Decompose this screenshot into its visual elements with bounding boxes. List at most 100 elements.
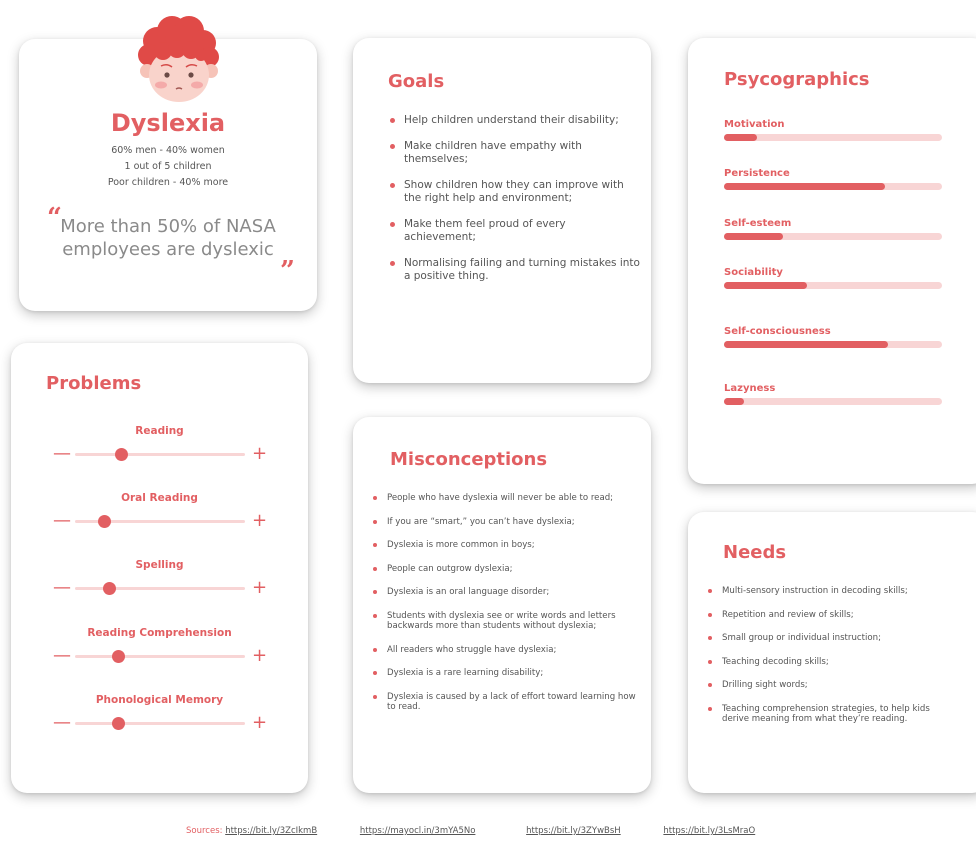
list-item: Make them feel proud of every achievemen… — [390, 218, 640, 244]
list-item: Small group or individual instruction; — [708, 633, 958, 644]
minus-icon[interactable]: — — [53, 647, 71, 665]
bar-lazyness: Lazyness — [724, 383, 942, 405]
slider-track[interactable] — [75, 650, 245, 663]
bar-fill — [724, 233, 783, 240]
needs-list: Multi-sensory instruction in decoding sk… — [708, 586, 958, 738]
slider-label: Reading Comprehension — [87, 627, 232, 639]
minus-icon[interactable]: — — [53, 445, 71, 463]
bar-track — [724, 134, 942, 141]
misconceptions-card: Misconceptions People who have dyslexia … — [353, 417, 651, 793]
slider-label: Reading — [135, 425, 184, 437]
persona-card: Dyslexia 60% men - 40% women 1 out of 5 … — [19, 16, 317, 311]
slider-thumb[interactable] — [97, 515, 111, 528]
list-item: Dyslexia is caused by a lack of effort t… — [373, 692, 645, 713]
list-item: People who have dyslexia will never be a… — [373, 493, 645, 504]
source-link-3[interactable]: https://bit.ly/3ZYwBsH — [526, 826, 621, 836]
bar-fill — [724, 341, 888, 348]
bar-persistence: Persistence — [724, 168, 942, 190]
bar-label: Self-esteem — [724, 218, 792, 229]
bar-label: Persistence — [724, 168, 790, 179]
slider-label: Spelling — [135, 559, 184, 571]
list-item: Dyslexia is more common in boys; — [373, 540, 645, 551]
plus-icon[interactable]: + — [252, 647, 267, 665]
minus-icon[interactable]: — — [53, 714, 71, 732]
close-quote-icon: ” — [280, 256, 295, 286]
list-item: If you are “smart,” you can’t have dysle… — [373, 517, 645, 528]
bar-motivation: Motivation — [724, 119, 942, 141]
needs-card: Needs Multi-sensory instruction in decod… — [688, 512, 976, 793]
source-link-4[interactable]: https://bit.ly/3LsMraO — [663, 826, 755, 836]
bar-track — [724, 341, 942, 348]
list-item: Make children have empathy with themselv… — [390, 140, 640, 166]
bar-track — [724, 183, 942, 190]
psycographics-title: Psycographics — [724, 69, 870, 90]
slider-track[interactable] — [75, 448, 245, 461]
slider-thumb[interactable] — [111, 650, 125, 663]
bar-fill — [724, 134, 757, 141]
list-item: Dyslexia is an oral language disorder; — [373, 587, 645, 598]
bar-self-consciousness: Self-consciousness — [724, 326, 942, 348]
list-item: Drilling sight words; — [708, 680, 958, 691]
plus-icon[interactable]: + — [252, 512, 267, 530]
slider-track[interactable] — [75, 717, 245, 730]
list-item: People can outgrow dyslexia; — [373, 564, 645, 575]
bar-fill — [724, 183, 886, 190]
problems-card: Problems Reading — + Oral Reading — + Sp… — [11, 343, 308, 793]
bar-track — [724, 233, 942, 240]
source-link-1[interactable]: https://bit.ly/3ZcIkmB — [225, 826, 317, 836]
slider-reading: Reading — + — [11, 425, 308, 465]
slider-label: Oral Reading — [121, 492, 198, 504]
open-quote-icon: “ — [47, 203, 62, 233]
list-item: Students with dyslexia see or write word… — [373, 611, 645, 632]
persona-stat-ratio: 1 out of 5 children — [124, 161, 212, 172]
plus-icon[interactable]: + — [252, 714, 267, 732]
slider-thumb[interactable] — [103, 582, 116, 595]
list-item: All readers who struggle have dyslexia; — [373, 645, 645, 656]
bar-label: Sociability — [724, 267, 783, 278]
slider-thumb[interactable] — [111, 717, 125, 730]
psycographics-card: Psycographics Motivation Persistence Sel… — [688, 38, 976, 484]
slider-thumb[interactable] — [114, 448, 128, 461]
goals-card: Goals Help children understand their dis… — [353, 38, 651, 383]
slider-track[interactable] — [75, 515, 245, 528]
minus-icon[interactable]: — — [53, 512, 71, 530]
slider-reading-comprehension: Reading Comprehension — + — [11, 627, 308, 667]
child-avatar-icon — [138, 16, 219, 102]
persona-quote: “ ” More than 50% of NASA employees are … — [47, 205, 295, 284]
bar-sociability: Sociability — [724, 267, 942, 289]
list-item: Teaching decoding skills; — [708, 657, 958, 668]
persona-title: Dyslexia — [110, 109, 226, 137]
plus-icon[interactable]: + — [252, 445, 267, 463]
minus-icon[interactable]: — — [53, 579, 71, 597]
slider-oral-reading: Oral Reading — + — [11, 492, 308, 532]
bar-fill — [724, 282, 807, 289]
needs-title: Needs — [723, 542, 787, 563]
slider-spelling: Spelling — + — [11, 559, 308, 599]
list-item: Multi-sensory instruction in decoding sk… — [708, 586, 958, 597]
misconceptions-title: Misconceptions — [390, 449, 548, 470]
list-item: Repetition and review of skills; — [708, 610, 958, 621]
bar-label: Motivation — [724, 119, 785, 130]
bar-fill — [724, 398, 744, 405]
source-link-2[interactable]: https://mayocl.in/3mYA5No — [360, 826, 476, 836]
sources-label: Sources: — [186, 826, 223, 836]
bar-label: Lazyness — [724, 383, 776, 394]
slider-track[interactable] — [75, 582, 245, 595]
bar-track — [724, 282, 942, 289]
misconceptions-list: People who have dyslexia will never be a… — [373, 493, 645, 726]
bar-self-esteem: Self-esteem — [724, 218, 942, 240]
persona-quote-text: More than 50% of NASA employees are dysl… — [60, 216, 276, 260]
goals-title: Goals — [388, 71, 445, 92]
persona-stat-gender: 60% men - 40% women — [111, 145, 225, 156]
goals-list: Help children understand their disabilit… — [390, 114, 640, 296]
list-item: Help children understand their disabilit… — [390, 114, 640, 127]
sources-footer: Sources: https://bit.ly/3ZcIkmB https://… — [186, 826, 755, 836]
problems-title: Problems — [46, 373, 142, 394]
list-item: Show children how they can improve with … — [390, 179, 640, 205]
persona-stat-poverty: Poor children - 40% more — [107, 177, 229, 188]
plus-icon[interactable]: + — [252, 579, 267, 597]
slider-phonological-memory: Phonological Memory — + — [11, 694, 308, 734]
list-item: Teaching comprehension strategies, to he… — [708, 704, 958, 725]
bar-track — [724, 398, 942, 405]
list-item: Normalising failing and turning mistakes… — [390, 257, 640, 283]
